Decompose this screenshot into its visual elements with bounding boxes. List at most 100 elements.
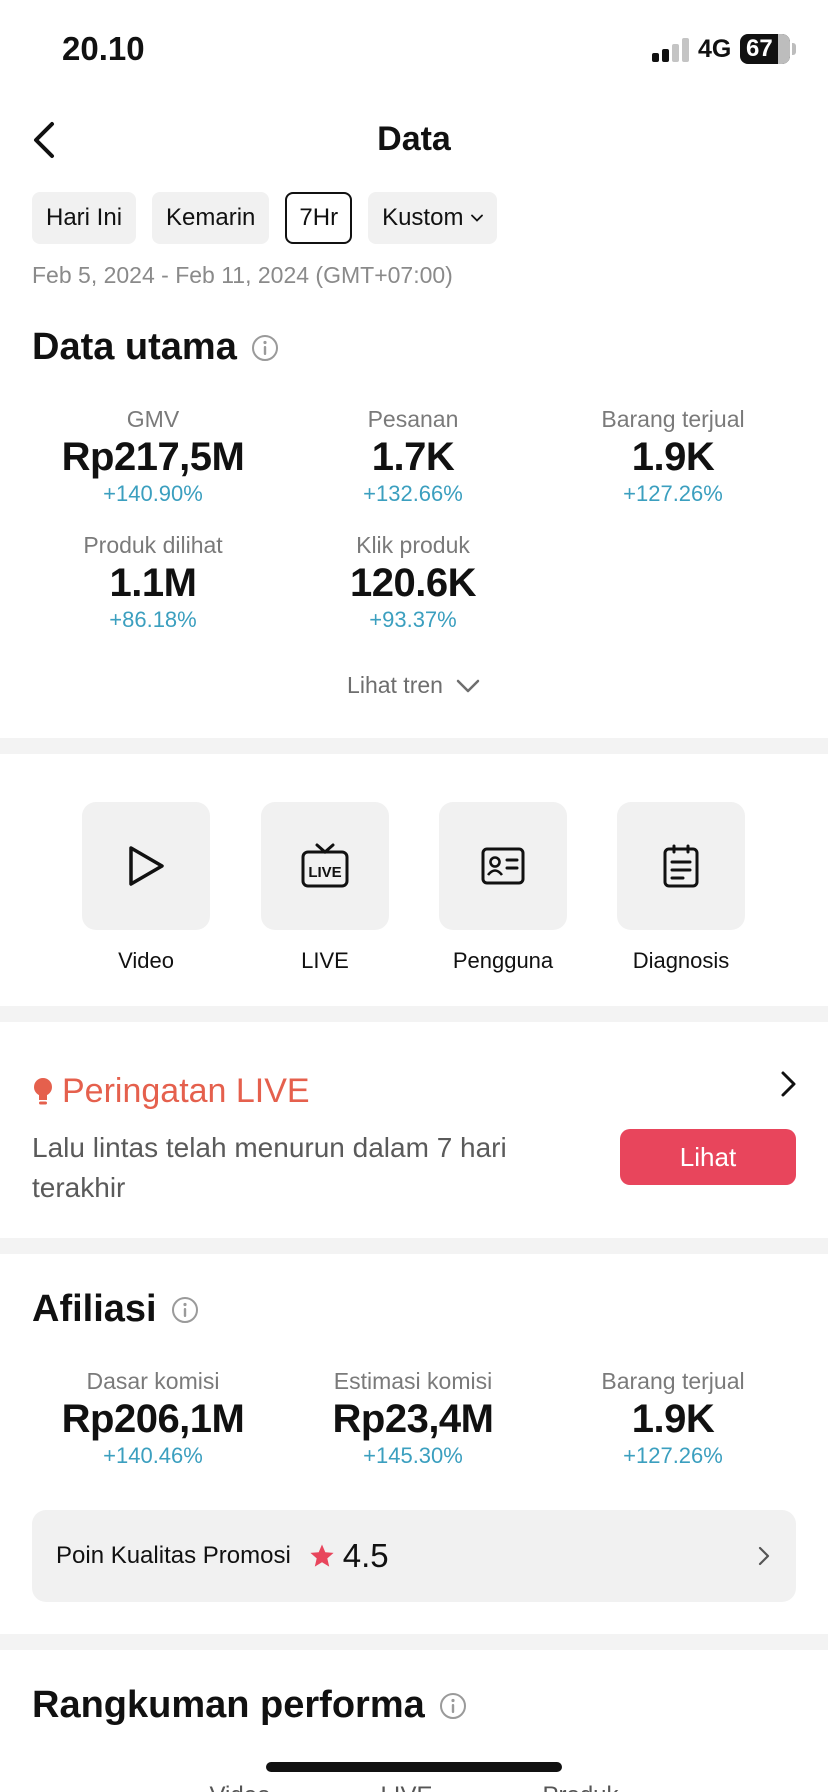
shortcut-label: Diagnosis (632, 948, 730, 973)
metric-change: +93.37% (369, 607, 457, 632)
shortcut-video[interactable]: Video (81, 802, 211, 974)
metric-value: 120.6K (350, 561, 476, 605)
metric-product-clicks[interactable]: Klik produk 120.6K +93.37% (283, 532, 543, 633)
section-title-text: Data utama (32, 326, 237, 368)
battery-icon: 67 (740, 34, 790, 64)
chip-7-days[interactable]: 7Hr (285, 192, 353, 244)
metric-product-views[interactable]: Produk dilihat 1.1M +86.18% (23, 532, 283, 633)
chevron-right-icon[interactable] (774, 1068, 802, 1100)
info-icon[interactable] (439, 1692, 467, 1720)
tab-video[interactable]: Video (209, 1782, 270, 1792)
play-icon (129, 846, 164, 886)
info-icon[interactable] (171, 1296, 199, 1324)
metric-gmv[interactable]: GMV Rp217,5M +140.90% (23, 406, 283, 507)
metric-label: Dasar komisi (86, 1368, 220, 1394)
metric-label: Produk dilihat (83, 532, 223, 558)
shortcut-live[interactable]: LIVE LIVE (260, 802, 390, 974)
metric-change: +145.30% (363, 1443, 463, 1468)
metric-items-sold[interactable]: Barang terjual 1.9K +127.26% (543, 406, 803, 507)
promo-quality-score: 4.5 (342, 1537, 389, 1574)
home-indicator[interactable] (266, 1762, 562, 1772)
metric-change: +132.66% (363, 481, 463, 506)
view-trend-button[interactable]: Lihat tren (0, 672, 828, 699)
tab-product[interactable]: Produk (542, 1782, 618, 1792)
metric-label: Estimasi komisi (333, 1368, 493, 1394)
shortcut-tile: LIVE (261, 802, 389, 930)
performance-tabs: Video LIVE Produk (0, 1782, 828, 1792)
metric-value: Rp206,1M (61, 1397, 245, 1441)
metric-estimated-commission[interactable]: Estimasi komisi Rp23,4M +145.30% (283, 1368, 543, 1469)
battery-level: 67 (746, 35, 773, 62)
section-divider (0, 1238, 828, 1254)
chip-custom[interactable]: Kustom (368, 192, 498, 244)
promo-quality-label: Poin Kualitas Promosi (56, 1542, 291, 1569)
shortcut-diagnosis[interactable]: Diagnosis (616, 802, 746, 974)
chevron-down-icon (456, 679, 480, 692)
performance-summary-title: Rangkuman performa (32, 1684, 467, 1727)
shortcut-label: LIVE (301, 948, 349, 973)
network-type: 4G (698, 35, 732, 63)
metric-value: 1.1M (109, 561, 197, 605)
promo-quality-row[interactable]: Poin Kualitas Promosi 4.5 (32, 1510, 796, 1602)
metric-change: +140.90% (103, 481, 203, 506)
metric-value: 1.9K (631, 435, 715, 479)
live-warning-message: Lalu lintas telah menurun dalam 7 hari t… (32, 1132, 507, 1203)
section-title-text: Afiliasi (32, 1288, 157, 1330)
metric-affiliate-items-sold[interactable]: Barang terjual 1.9K +127.26% (543, 1368, 803, 1469)
live-warning-title[interactable]: Peringatan LIVE (32, 1072, 310, 1111)
section-divider (0, 738, 828, 754)
metric-orders[interactable]: Pesanan 1.7K +132.66% (283, 406, 543, 507)
clipboard-icon (663, 844, 699, 888)
chip-yesterday[interactable]: Kemarin (152, 192, 270, 244)
shortcut-label: Pengguna (452, 948, 554, 973)
section-title-text: Rangkuman performa (32, 1684, 425, 1726)
metric-change: +127.26% (623, 481, 723, 506)
metric-change: +86.18% (109, 607, 197, 632)
metric-label: Barang terjual (601, 406, 745, 432)
trend-label: Lihat tren (347, 672, 443, 698)
view-warning-button[interactable]: Lihat (620, 1129, 796, 1185)
svg-text:LIVE: LIVE (308, 864, 341, 881)
section-divider (0, 1634, 828, 1650)
affiliate-title: Afiliasi (32, 1288, 199, 1331)
metric-value: Rp217,5M (61, 435, 245, 479)
metric-value: Rp23,4M (332, 1397, 495, 1441)
tab-live[interactable]: LIVE (380, 1782, 432, 1792)
shortcut-tile (617, 802, 745, 930)
status-bar: 20.10 4G 67 (0, 0, 828, 100)
main-data-title: Data utama (32, 326, 279, 369)
metric-change: +140.46% (103, 1443, 203, 1468)
metric-label: Klik produk (356, 532, 470, 558)
metric-value: 1.9K (631, 1397, 715, 1441)
metric-label: Barang terjual (601, 1368, 745, 1394)
signal-icon (652, 38, 689, 62)
live-warning-title-text: Peringatan LIVE (62, 1072, 310, 1110)
section-divider (0, 1006, 828, 1022)
star-icon (310, 1544, 334, 1567)
date-filter-chips: Hari Ini Kemarin 7Hr Kustom (32, 192, 498, 244)
lightbulb-icon (34, 1077, 52, 1104)
chip-today[interactable]: Hari Ini (32, 192, 137, 244)
shortcut-label: Video (118, 948, 174, 973)
status-time: 20.10 (62, 30, 145, 67)
metric-label: Pesanan (367, 406, 459, 432)
metric-change: +127.26% (623, 1443, 723, 1468)
metric-commission-base[interactable]: Dasar komisi Rp206,1M +140.46% (23, 1368, 283, 1469)
shortcut-users[interactable]: Pengguna (438, 802, 568, 974)
chip-label: 7Hr (299, 204, 339, 231)
live-tv-icon: LIVE (301, 843, 349, 888)
info-icon[interactable] (251, 334, 279, 362)
date-range: Feb 5, 2024 - Feb 11, 2024 (GMT+07:00) (32, 262, 453, 288)
shortcut-tile (439, 802, 567, 930)
user-card-icon (481, 847, 525, 885)
chevron-down-icon (471, 214, 484, 222)
metric-value: 1.7K (371, 435, 455, 479)
chip-label: Kustom (382, 204, 464, 231)
chevron-right-icon (758, 1546, 770, 1566)
shortcut-tile (82, 802, 210, 930)
page-title: Data (377, 120, 451, 158)
chip-label: Hari Ini (46, 204, 123, 231)
metric-label: GMV (126, 406, 180, 432)
battery-cap (792, 43, 796, 55)
chip-label: Kemarin (166, 204, 256, 231)
